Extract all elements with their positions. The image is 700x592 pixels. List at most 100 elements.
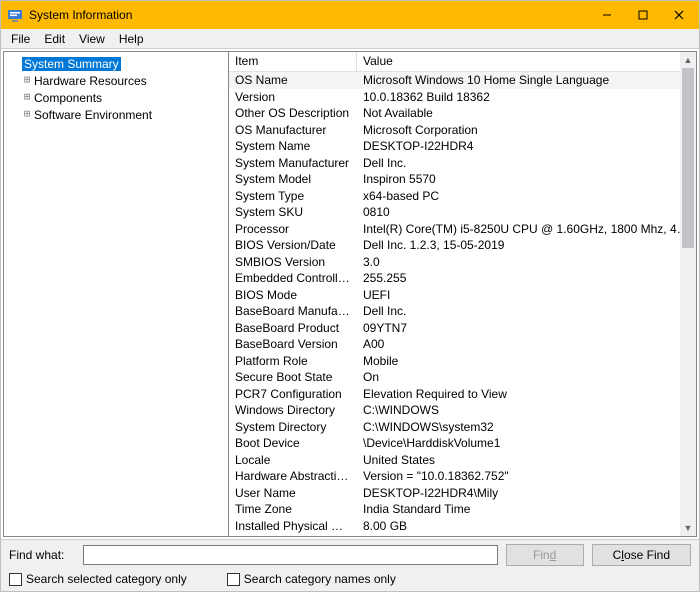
menu-view[interactable]: View	[73, 31, 111, 47]
cell-item: SMBIOS Version	[229, 255, 357, 269]
find-label: Find what:	[9, 548, 75, 562]
cell-item: Secure Boot State	[229, 370, 357, 384]
table-row[interactable]: SMBIOS Version3.0	[229, 254, 696, 271]
checkbox-icon	[227, 573, 240, 586]
column-value[interactable]: Value	[357, 52, 696, 71]
table-row[interactable]: Installed Physical Mem...8.00 GB	[229, 518, 696, 535]
cell-item: System Model	[229, 172, 357, 186]
table-row[interactable]: BIOS ModeUEFI	[229, 287, 696, 304]
table-row[interactable]: BaseBoard Product09YTN7	[229, 320, 696, 337]
list-body[interactable]: OS NameMicrosoft Windows 10 Home Single …	[229, 72, 696, 536]
tree-label: Hardware Resources	[34, 74, 147, 88]
minimize-button[interactable]	[589, 1, 625, 29]
table-row[interactable]: BIOS Version/DateDell Inc. 1.2.3, 15-05-…	[229, 237, 696, 254]
scroll-down-icon[interactable]: ▼	[680, 520, 696, 536]
cell-value: Dell Inc. 1.2.3, 15-05-2019	[357, 238, 696, 252]
table-row[interactable]: System DirectoryC:\WINDOWS\system32	[229, 419, 696, 436]
scroll-track[interactable]	[680, 68, 696, 520]
close-button[interactable]	[661, 1, 697, 29]
window-title: System Information	[29, 8, 589, 22]
scroll-thumb[interactable]	[682, 68, 694, 248]
cell-value: United States	[357, 453, 696, 467]
category-tree[interactable]: System Summary ⊞ Hardware Resources ⊞ Co…	[4, 52, 229, 536]
cell-item: System Name	[229, 139, 357, 153]
table-row[interactable]: Total Physical Memory7.90 GB	[229, 534, 696, 536]
cell-value: Inspiron 5570	[357, 172, 696, 186]
table-row[interactable]: Secure Boot StateOn	[229, 369, 696, 386]
vertical-scrollbar[interactable]: ▲ ▼	[680, 52, 696, 536]
title-bar[interactable]: System Information	[1, 1, 699, 29]
cell-item: System Type	[229, 189, 357, 203]
tree-hardware-resources[interactable]: ⊞ Hardware Resources	[4, 72, 228, 89]
cell-item: BaseBoard Manufacturer	[229, 304, 357, 318]
cell-value: C:\WINDOWS\system32	[357, 420, 696, 434]
cell-value: A00	[357, 337, 696, 351]
cell-value: DESKTOP-I22HDR4\Mily	[357, 486, 696, 500]
table-row[interactable]: OS NameMicrosoft Windows 10 Home Single …	[229, 72, 696, 89]
table-row[interactable]: PCR7 ConfigurationElevation Required to …	[229, 386, 696, 403]
cell-value: 255.255	[357, 271, 696, 285]
cell-value: 09YTN7	[357, 321, 696, 335]
cell-value: Not Available	[357, 106, 696, 120]
checkbox-icon	[9, 573, 22, 586]
table-row[interactable]: System SKU0810	[229, 204, 696, 221]
expander-icon[interactable]: ⊞	[20, 74, 34, 88]
table-row[interactable]: Embedded Controller V...255.255	[229, 270, 696, 287]
cell-value: 7.90 GB	[357, 535, 696, 536]
list-header: Item Value	[229, 52, 696, 72]
table-row[interactable]: System ManufacturerDell Inc.	[229, 155, 696, 172]
cell-value: Version = "10.0.18362.752"	[357, 469, 696, 483]
table-row[interactable]: ProcessorIntel(R) Core(TM) i5-8250U CPU …	[229, 221, 696, 238]
cell-item: OS Manufacturer	[229, 123, 357, 137]
cell-value: 3.0	[357, 255, 696, 269]
table-row[interactable]: Boot Device\Device\HarddiskVolume1	[229, 435, 696, 452]
table-row[interactable]: Time ZoneIndia Standard Time	[229, 501, 696, 518]
table-row[interactable]: Other OS DescriptionNot Available	[229, 105, 696, 122]
expander-icon	[8, 57, 22, 71]
app-icon	[7, 7, 23, 23]
table-row[interactable]: LocaleUnited States	[229, 452, 696, 469]
search-category-names-checkbox[interactable]: Search category names only	[227, 572, 396, 586]
tree-system-summary[interactable]: System Summary	[4, 55, 228, 72]
table-row[interactable]: User NameDESKTOP-I22HDR4\Mily	[229, 485, 696, 502]
table-row[interactable]: BaseBoard ManufacturerDell Inc.	[229, 303, 696, 320]
close-find-button[interactable]: Close Find	[592, 544, 691, 566]
maximize-button[interactable]	[625, 1, 661, 29]
find-bar: Find what: Find Close Find Search select…	[1, 539, 699, 591]
details-pane: Item Value OS NameMicrosoft Windows 10 H…	[229, 52, 696, 536]
table-row[interactable]: System NameDESKTOP-I22HDR4	[229, 138, 696, 155]
table-row[interactable]: System ModelInspiron 5570	[229, 171, 696, 188]
search-selected-category-checkbox[interactable]: Search selected category only	[9, 572, 187, 586]
cell-item: Embedded Controller V...	[229, 271, 357, 285]
cell-item: System Manufacturer	[229, 156, 357, 170]
tree-components[interactable]: ⊞ Components	[4, 89, 228, 106]
menu-edit[interactable]: Edit	[38, 31, 71, 47]
table-row[interactable]: OS ManufacturerMicrosoft Corporation	[229, 122, 696, 139]
cell-value: Microsoft Windows 10 Home Single Languag…	[357, 73, 696, 87]
table-row[interactable]: Version10.0.18362 Build 18362	[229, 89, 696, 106]
table-row[interactable]: Platform RoleMobile	[229, 353, 696, 370]
cell-value: UEFI	[357, 288, 696, 302]
cell-item: BIOS Mode	[229, 288, 357, 302]
menu-file[interactable]: File	[5, 31, 36, 47]
cell-item: Installed Physical Mem...	[229, 519, 357, 533]
scroll-up-icon[interactable]: ▲	[680, 52, 696, 68]
expander-icon[interactable]: ⊞	[20, 108, 34, 122]
column-item[interactable]: Item	[229, 52, 357, 71]
menu-help[interactable]: Help	[113, 31, 150, 47]
table-row[interactable]: Hardware Abstraction L...Version = "10.0…	[229, 468, 696, 485]
tree-software-environment[interactable]: ⊞ Software Environment	[4, 106, 228, 123]
checkbox-label: Search selected category only	[26, 572, 187, 586]
cell-item: Windows Directory	[229, 403, 357, 417]
table-row[interactable]: System Typex64-based PC	[229, 188, 696, 205]
cell-value: Intel(R) Core(TM) i5-8250U CPU @ 1.60GHz…	[357, 222, 696, 236]
table-row[interactable]: Windows DirectoryC:\WINDOWS	[229, 402, 696, 419]
cell-value: Mobile	[357, 354, 696, 368]
expander-icon[interactable]: ⊞	[20, 91, 34, 105]
cell-value: Dell Inc.	[357, 156, 696, 170]
find-button[interactable]: Find	[506, 544, 584, 566]
find-input[interactable]	[83, 545, 498, 565]
cell-value: x64-based PC	[357, 189, 696, 203]
table-row[interactable]: BaseBoard VersionA00	[229, 336, 696, 353]
cell-value: 8.00 GB	[357, 519, 696, 533]
